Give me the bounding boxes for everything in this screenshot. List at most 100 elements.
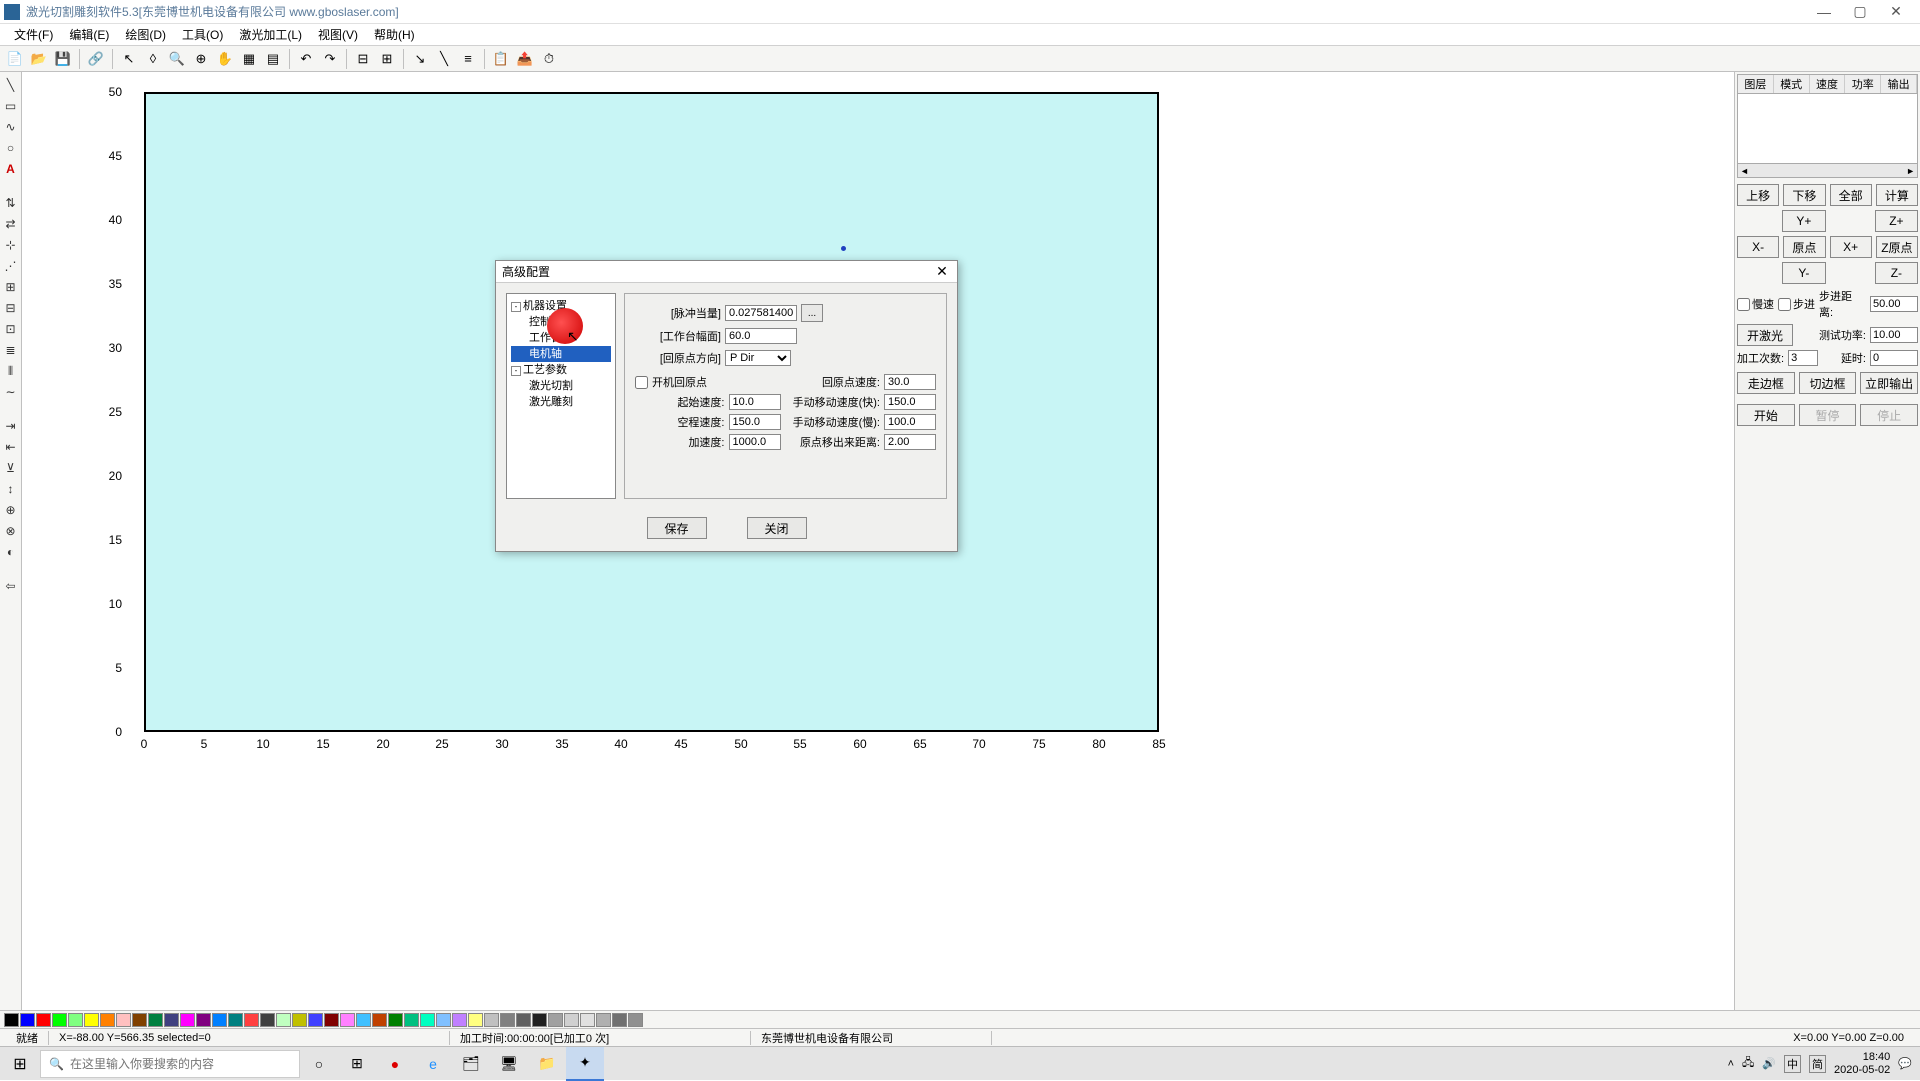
hand-icon[interactable]: ✋ [214, 48, 236, 70]
color-swatch[interactable] [388, 1013, 403, 1027]
color-swatch[interactable] [212, 1013, 227, 1027]
count-input[interactable] [1788, 350, 1818, 366]
record-icon[interactable]: ● [376, 1047, 414, 1081]
taskview-icon[interactable]: ⊞ [338, 1047, 376, 1081]
startspeed-input[interactable] [729, 394, 781, 410]
tray-net-icon[interactable]: 🖧 [1742, 1054, 1754, 1073]
tool-p-icon[interactable]: ⊗ [2, 522, 20, 540]
color-swatch[interactable] [564, 1013, 579, 1027]
config-tree[interactable]: ↖ -机器设置 控制卡 工作台 电机轴 -工艺参数 激光切割 激光雕刻 [506, 293, 616, 499]
walk-button[interactable]: 走边框 [1737, 372, 1795, 394]
color-swatch[interactable] [468, 1013, 483, 1027]
delay-input[interactable] [1870, 350, 1918, 366]
color-swatch[interactable] [100, 1013, 115, 1027]
dir-select[interactable]: P Dir [725, 350, 791, 366]
tray-vol-icon[interactable]: 🔊 [1762, 1057, 1776, 1070]
color-swatch[interactable] [532, 1013, 547, 1027]
step-checkbox[interactable]: 步进 [1778, 296, 1815, 312]
color-swatch[interactable] [132, 1013, 147, 1027]
tool-rect-icon[interactable]: ▭ [2, 97, 20, 115]
close-button[interactable]: 关闭 [747, 517, 807, 539]
tree-item[interactable]: 激光切割 [511, 378, 611, 394]
color-swatch[interactable] [148, 1013, 163, 1027]
explorer-icon[interactable]: 📁 [528, 1047, 566, 1081]
tool-c-icon[interactable]: ⊹ [2, 236, 20, 254]
color-swatch[interactable] [180, 1013, 195, 1027]
ime-badge2[interactable]: 简 [1809, 1055, 1826, 1073]
yminus-button[interactable]: Y- [1782, 262, 1825, 284]
stop-button[interactable]: 停止 [1860, 404, 1918, 426]
color-swatch[interactable] [228, 1013, 243, 1027]
yplus-button[interactable]: Y+ [1782, 210, 1825, 232]
menu-edit[interactable]: 编辑(E) [61, 26, 117, 43]
color-swatch[interactable] [516, 1013, 531, 1027]
color-swatch[interactable] [196, 1013, 211, 1027]
app1-icon[interactable]: 🗂 [452, 1047, 490, 1081]
tool-j-icon[interactable]: ∼ [2, 383, 20, 401]
dialog-close-icon[interactable]: ✕ [933, 263, 951, 281]
color-swatch[interactable] [612, 1013, 627, 1027]
start-button[interactable]: ⊞ [0, 1047, 40, 1081]
grid1-icon[interactable]: ▦ [238, 48, 260, 70]
color-swatch[interactable] [404, 1013, 419, 1027]
menu-laser[interactable]: 激光加工(L) [231, 26, 310, 43]
tree-item[interactable]: 激光雕刻 [511, 394, 611, 410]
cut-button[interactable]: 切边框 [1799, 372, 1857, 394]
move-icon[interactable]: ⊕ [190, 48, 212, 70]
offset-input[interactable] [884, 434, 936, 450]
color-swatch[interactable] [84, 1013, 99, 1027]
tree-item[interactable]: 电机轴 [511, 346, 611, 362]
origin-button[interactable]: 原点 [1783, 236, 1825, 258]
color-swatch[interactable] [372, 1013, 387, 1027]
align2-icon[interactable]: ⊞ [376, 48, 398, 70]
color-swatch[interactable] [260, 1013, 275, 1027]
maximize-button[interactable]: ▢ [1848, 2, 1872, 22]
pulse-input[interactable] [725, 305, 797, 321]
slowspeed-input[interactable] [884, 414, 936, 430]
list-icon[interactable]: ≡ [457, 48, 479, 70]
xminus-button[interactable]: X- [1737, 236, 1779, 258]
color-swatch[interactable] [548, 1013, 563, 1027]
tool-l-icon[interactable]: ⇤ [2, 438, 20, 456]
undo-icon[interactable]: ↶ [295, 48, 317, 70]
align1-icon[interactable]: ⊟ [352, 48, 374, 70]
tool-k-icon[interactable]: ⇥ [2, 417, 20, 435]
color-swatch[interactable] [52, 1013, 67, 1027]
cortana-icon[interactable]: ○ [300, 1047, 338, 1081]
color-swatch[interactable] [308, 1013, 323, 1027]
color-swatch[interactable] [4, 1013, 19, 1027]
color-swatch[interactable] [356, 1013, 371, 1027]
color-swatch[interactable] [580, 1013, 595, 1027]
layer-list[interactable] [1737, 94, 1918, 164]
tool-ellipse-icon[interactable]: ○ [2, 139, 20, 157]
color-swatch[interactable] [340, 1013, 355, 1027]
zminus-button[interactable]: Z- [1875, 262, 1918, 284]
color-swatch[interactable] [244, 1013, 259, 1027]
color-swatch[interactable] [116, 1013, 131, 1027]
idlespeed-input[interactable] [729, 414, 781, 430]
search-box[interactable]: 🔍 [40, 1050, 300, 1078]
slow-checkbox[interactable]: 慢速 [1737, 296, 1774, 312]
color-swatch[interactable] [68, 1013, 83, 1027]
tool-q-icon[interactable]: ◐ [2, 543, 20, 561]
down-button[interactable]: 下移 [1783, 184, 1825, 206]
menu-view[interactable]: 视图(V) [310, 26, 366, 43]
color-swatch[interactable] [292, 1013, 307, 1027]
link-icon[interactable]: 🔗 [85, 48, 107, 70]
doc-icon[interactable]: 📋 [490, 48, 512, 70]
all-button[interactable]: 全部 [1830, 184, 1872, 206]
arrow-icon[interactable]: ↘ [409, 48, 431, 70]
zplus-button[interactable]: Z+ [1875, 210, 1918, 232]
save-button[interactable]: 保存 [647, 517, 707, 539]
tray-up-icon[interactable]: ˄ [1728, 1058, 1734, 1070]
tool-a-icon[interactable]: ⇅ [2, 194, 20, 212]
tool-curve-icon[interactable]: ∿ [2, 118, 20, 136]
color-swatch[interactable] [276, 1013, 291, 1027]
tool-o-icon[interactable]: ⊕ [2, 501, 20, 519]
select-icon[interactable]: ↖ [118, 48, 140, 70]
stepdist-input[interactable] [1870, 296, 1918, 312]
output-button[interactable]: 立即输出 [1860, 372, 1918, 394]
save-icon[interactable]: 💾 [52, 48, 74, 70]
tool-i-icon[interactable]: ⫴ [2, 362, 20, 380]
calc-button[interactable]: 计算 [1876, 184, 1918, 206]
